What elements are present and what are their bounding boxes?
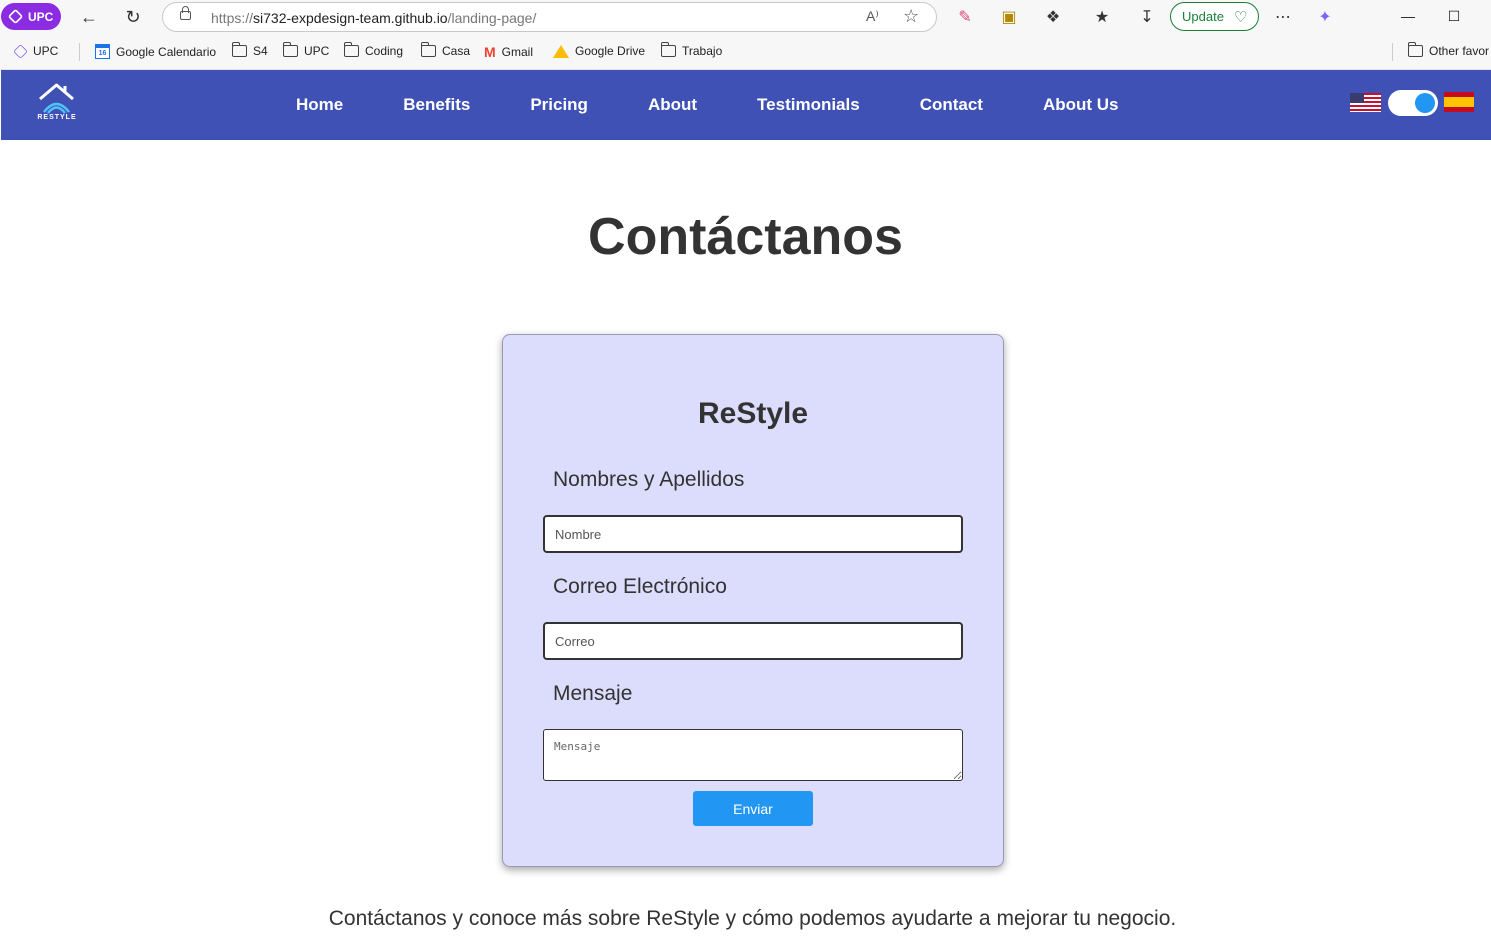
bookmark-label: Google Calendario [116,44,217,59]
nav-home[interactable]: Home [266,95,373,115]
contact-form-card: ReStyle Nombres y Apellidos Correo Elect… [502,334,1004,867]
footer-text: Contáctanos y conoce más sobre ReStyle y… [328,907,1177,930]
name-input[interactable] [543,515,963,553]
us-flag-icon[interactable] [1350,93,1381,112]
bookmark-folder-coding[interactable]: Coding [344,42,404,58]
minimize-button[interactable]: — [1395,4,1421,28]
site-navbar: RESTYLE Home Benefits Pricing About Test… [1,70,1491,140]
language-toggle[interactable] [1388,90,1438,116]
nav-about-us[interactable]: About Us [1013,95,1149,115]
bookmark-label: S4 [253,44,268,58]
logo-text: RESTYLE [37,114,77,121]
more-menu-icon[interactable]: ⋯ [1272,6,1294,28]
bookmark-folder-upc[interactable]: UPC [283,42,330,58]
bookmark-upc[interactable]: UPC [13,43,59,59]
refresh-button[interactable]: ↻ [120,4,146,30]
google-calendar-icon: 16 [95,44,110,59]
submit-button[interactable]: Enviar [693,791,813,826]
message-textarea[interactable] [543,729,963,781]
lock-icon [180,6,191,20]
read-aloud-icon[interactable]: A⁾ [866,8,879,25]
maximize-icon: ☐ [1447,7,1461,24]
bookmark-divider [1392,43,1393,61]
copilot-icon[interactable]: ✦ [1314,6,1336,28]
restyle-logo[interactable]: RESTYLE [35,80,79,126]
bookmark-label: Trabajo [682,44,723,58]
bookmark-label: Casa [442,44,471,58]
wallet-icon[interactable]: ▣ [998,6,1020,28]
bookmark-other-favorites[interactable]: Other favor [1408,42,1490,58]
bookmark-label: Coding [365,44,404,58]
browser-titlebar: UPC ← ↻ https://si732-expdesign-team.git… [0,0,1491,34]
favorites-icon[interactable]: ★ [1091,6,1113,28]
nav-pricing[interactable]: Pricing [500,95,618,115]
back-arrow-icon: ← [80,6,98,27]
maximize-button[interactable]: ☐ [1441,4,1467,28]
profile-button[interactable]: UPC [1,3,61,30]
bookmark-label: UPC [33,44,59,58]
minimize-icon: — [1401,8,1415,24]
bookmark-google-drive[interactable]: Google Drive [553,44,645,58]
page-title: Contáctanos [588,208,903,266]
email-input[interactable] [543,622,963,660]
folder-icon [344,42,359,57]
downloads-icon[interactable]: ↧ [1136,6,1158,28]
nav-testimonials[interactable]: Testimonials [727,95,890,115]
bookmark-label: Google Drive [575,44,646,58]
bookmark-label: UPC [304,44,330,58]
gmail-icon: M [484,44,496,60]
profile-label: UPC [28,9,54,24]
bookmark-google-calendar[interactable]: 16 Google Calendario [95,44,216,59]
refresh-icon: ↻ [125,6,141,27]
update-label: Update [1182,9,1224,24]
bookmark-folder-trabajo[interactable]: Trabajo [661,42,723,58]
folder-icon [661,42,676,57]
bookmark-divider [79,43,80,61]
update-button[interactable]: Update ♡ [1170,2,1259,31]
folder-icon [283,42,298,57]
health-icon: ♡ [1233,8,1248,26]
upc-icon [13,43,28,59]
url-text: https://si732-expdesign-team.github.io/l… [211,10,537,26]
nav-contact[interactable]: Contact [890,95,1013,115]
bookmark-label: Other favor [1429,44,1490,58]
main-menu: Home Benefits Pricing About Testimonials… [266,70,1149,140]
back-button[interactable]: ← [76,4,102,30]
profile-icon [7,8,24,25]
folder-icon [1408,42,1423,57]
bookmark-gmail[interactable]: M Gmail [484,44,533,60]
toggle-knob [1415,93,1435,113]
folder-icon [232,42,247,57]
extensions-icon[interactable]: ❖ [1042,6,1064,28]
bookmarks-bar: UPC 16 Google Calendario S4 UPC Coding Ca… [0,34,1491,70]
spain-flag-icon[interactable] [1444,92,1474,112]
folder-icon [421,42,436,57]
address-bar[interactable]: https://si732-expdesign-team.github.io/l… [162,2,937,32]
nav-benefits[interactable]: Benefits [373,95,500,115]
message-label: Mensaje [553,682,633,705]
card-title: ReStyle [697,397,809,430]
pen-icon[interactable]: ✎ [954,6,976,28]
email-label: Correo Electrónico [553,575,727,598]
bookmark-folder-s4[interactable]: S4 [232,42,268,58]
google-drive-icon [553,44,569,58]
bookmark-folder-casa[interactable]: Casa [421,42,471,58]
name-label: Nombres y Apellidos [553,468,745,491]
favorite-star-icon[interactable]: ☆ [903,6,919,27]
nav-about[interactable]: About [618,95,727,115]
bookmark-label: Gmail [501,45,534,59]
